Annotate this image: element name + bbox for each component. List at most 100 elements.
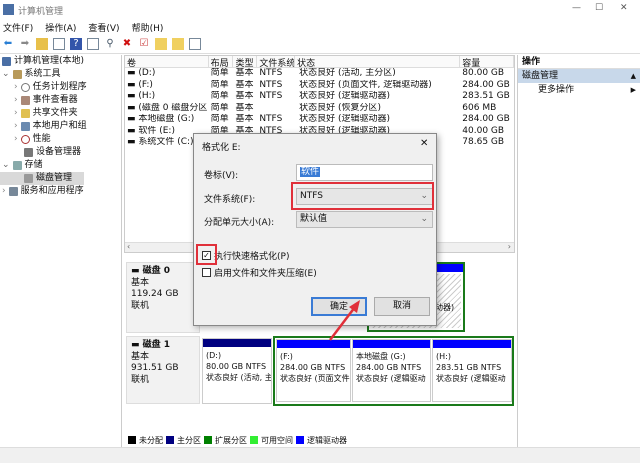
collapse-icon[interactable]: ▲: [631, 69, 636, 83]
properties-pane-icon[interactable]: [87, 38, 99, 50]
volume-row[interactable]: ▬ 本地磁盘 (G:) 简单 基本 NTFS 状态良好 (逻辑驱动器) 284.00 GB: [125, 114, 514, 126]
cell: 40.00 GB: [462, 125, 505, 136]
show-hide-tree-icon[interactable]: [53, 38, 65, 50]
menu-bar: 文件(F) 操作(A) 查看(V) 帮助(H): [0, 20, 640, 35]
dialog-close-button[interactable]: ✕: [420, 138, 428, 149]
allocation-size-select[interactable]: 默认值 ⌄: [296, 211, 433, 228]
legend-swatch-free: [250, 436, 258, 444]
menu-help[interactable]: 帮助(H): [132, 21, 164, 34]
maximize-button[interactable]: ☐: [595, 3, 603, 13]
performance-icon: [20, 135, 30, 144]
search-folder-icon[interactable]: [172, 38, 184, 50]
col-status[interactable]: 状态: [295, 56, 461, 67]
disk-1-status: 联机: [131, 374, 150, 385]
legend-unallocated: 未分配: [139, 435, 163, 445]
help-icon[interactable]: ?: [70, 38, 82, 50]
import-icon[interactable]: [155, 38, 167, 50]
cell: 基本: [235, 114, 254, 124]
scroll-right-icon[interactable]: ›: [508, 242, 511, 251]
connect-icon[interactable]: ⚲: [104, 38, 116, 50]
disk-1-info[interactable]: ▬ 磁盘 1 基本 931.51 GB 联机: [126, 336, 200, 404]
cell: 基本: [235, 102, 254, 113]
cell: NTFS: [259, 91, 283, 101]
cell: ▬ (H:): [127, 91, 156, 101]
cell: NTFS: [259, 79, 283, 90]
cell: ▬ (F:): [127, 79, 153, 90]
col-type[interactable]: 类型: [233, 56, 258, 67]
tree-item-services-apps[interactable]: › 服务和应用程序: [0, 185, 121, 198]
legend: 未分配 主分区 扩展分区 可用空间 逻辑驱动器: [124, 433, 515, 447]
delete-icon[interactable]: ✖: [121, 38, 133, 50]
disk-icon: [24, 174, 33, 183]
computer-management-icon: [3, 4, 14, 15]
tree-item-storage[interactable]: ⌄ 存储: [0, 159, 121, 172]
tree-item-shared-folders[interactable]: › 共享文件夹: [0, 107, 121, 120]
device-manager-icon: [24, 148, 33, 157]
col-capacity[interactable]: 容量: [460, 56, 514, 67]
volume-list-header: 卷 布局 类型 文件系统 状态 容量: [125, 56, 514, 68]
actions-title: 操作: [518, 55, 640, 69]
partition-d[interactable]: (D:) 80.00 GB NTFS 状态良好 (活动, 主: [202, 338, 272, 404]
col-volume[interactable]: 卷: [125, 56, 209, 67]
scroll-left-icon[interactable]: ‹: [127, 242, 130, 251]
chevron-down-icon: ⌄: [420, 214, 428, 224]
legend-swatch-extended: [204, 436, 212, 444]
minimize-button[interactable]: —: [572, 3, 581, 13]
checkbox-unchecked-icon: [202, 268, 211, 277]
cell: 简单: [210, 68, 229, 78]
tree-item-system-tools[interactable]: ⌄ 系统工具: [0, 68, 121, 81]
menu-action[interactable]: 操作(A): [45, 21, 76, 34]
cell: 状态良好 (恢复分区): [299, 102, 382, 113]
list-view-icon[interactable]: [189, 38, 201, 50]
cell: 基本: [235, 68, 254, 78]
compression-checkbox[interactable]: 启用文件和文件夹压缩(E): [202, 266, 317, 279]
volume-row[interactable]: ▬ (D:) 简单 基本 NTFS 状态良好 (活动, 主分区) 80.00 GB: [125, 68, 514, 80]
col-layout[interactable]: 布局: [209, 56, 234, 67]
users-icon: [20, 122, 30, 131]
volume-row[interactable]: ▬ (F:) 简单 基本 NTFS 状态良好 (页面文件, 逻辑驱动器) 284.00 G…: [125, 80, 514, 92]
cell: 状态良好 (逻辑驱动器): [299, 114, 391, 124]
actions-section-disk-management[interactable]: 磁盘管理 ▲: [518, 69, 640, 83]
actions-more[interactable]: 更多操作 ▶: [518, 83, 640, 97]
back-icon[interactable]: ⬅: [2, 38, 14, 50]
cell: 简单: [210, 114, 229, 124]
cell: 简单: [210, 79, 229, 90]
menu-view[interactable]: 查看(V): [88, 21, 119, 34]
volume-label-input[interactable]: 软件: [296, 164, 433, 181]
tree-item-computer-management[interactable]: 计算机管理(本地): [0, 55, 121, 68]
cancel-button[interactable]: 取消: [374, 297, 430, 316]
check-icon[interactable]: ☑: [138, 38, 150, 50]
tree-item-device-manager[interactable]: 设备管理器: [0, 146, 121, 159]
tree-item-event-viewer[interactable]: › 事件查看器: [0, 94, 121, 107]
cell: 基本: [235, 91, 254, 101]
submenu-arrow-icon: ▶: [630, 86, 636, 94]
cell: 283.51 GB: [462, 91, 510, 101]
cell: NTFS: [259, 114, 283, 124]
cell: 78.65 GB: [462, 137, 505, 147]
tree-item-local-users[interactable]: › 本地用户和组: [0, 120, 121, 133]
legend-extended: 扩展分区: [215, 435, 247, 445]
disk-0-info[interactable]: ▬ 磁盘 0 基本 119.24 GB 联机: [126, 262, 200, 333]
menu-file[interactable]: 文件(F): [3, 21, 33, 34]
disk-0-type: 基本: [131, 277, 150, 288]
tree-item-performance[interactable]: › 性能: [0, 133, 121, 146]
cell: 状态良好 (活动, 主分区): [299, 68, 396, 78]
tree-item-disk-management[interactable]: 磁盘管理: [0, 172, 84, 185]
highlight-file-system: [291, 182, 434, 210]
window-title: 计算机管理: [18, 7, 64, 17]
up-folder-icon[interactable]: [36, 38, 48, 50]
disk-1-size: 931.51 GB: [131, 363, 179, 373]
partition-h[interactable]: (H:) 283.51 GB NTFS 状态良好 (逻辑驱动: [432, 339, 512, 402]
disk-0-status: 联机: [131, 300, 150, 311]
volume-row[interactable]: ▬ (H:) 简单 基本 NTFS 状态良好 (逻辑驱动器) 283.51 GB: [125, 91, 514, 103]
legend-free: 可用空间: [261, 435, 293, 445]
close-button[interactable]: ✕: [620, 3, 628, 13]
cell: NTFS: [259, 68, 283, 78]
cell: 284.00 GB: [462, 79, 510, 90]
volume-row[interactable]: ▬ (磁盘 0 磁盘分区 2)简单基本 状态良好 (恢复分区) 606 MB: [125, 103, 514, 115]
cell: 80.00 GB: [462, 68, 505, 78]
tree-item-task-scheduler[interactable]: › 任务计划程序: [0, 81, 121, 94]
forward-icon[interactable]: ➡: [19, 38, 31, 50]
volume-label-label: 卷标(V):: [204, 171, 239, 181]
col-filesystem[interactable]: 文件系统: [257, 56, 296, 67]
